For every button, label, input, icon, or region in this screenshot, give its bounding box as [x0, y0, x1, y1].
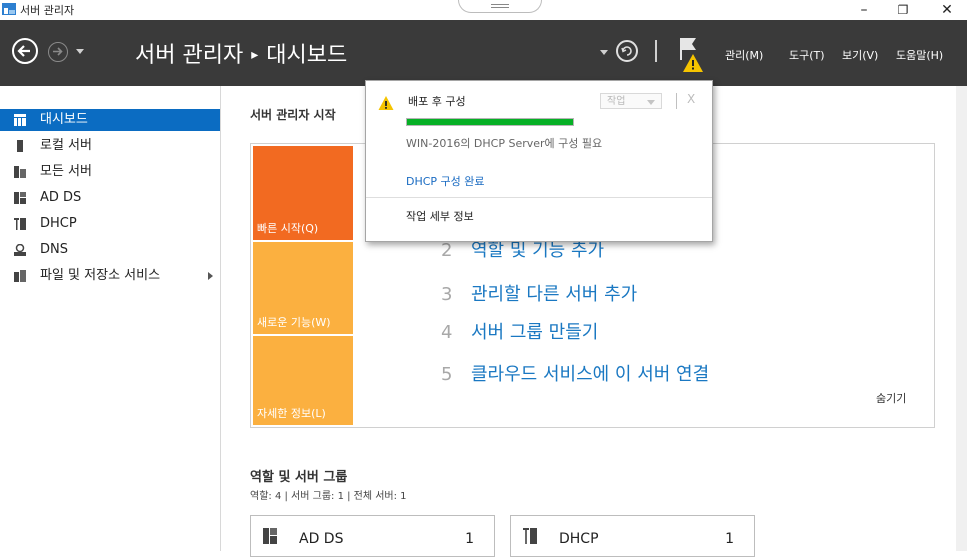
server-icon [17, 140, 23, 152]
history-dropdown-icon[interactable] [76, 49, 84, 54]
sidebar-item-dashboard[interactable]: 대시보드 [0, 109, 220, 131]
sidebar-item-dns[interactable]: DNS [0, 239, 220, 261]
ribbon-toggle[interactable] [458, 0, 542, 13]
notification-close-button[interactable]: X [687, 92, 695, 106]
step-number: 2 [441, 240, 453, 261]
vertical-scrollbar[interactable] [956, 86, 967, 551]
step-link[interactable]: 서버 그룹 만들기 [471, 322, 598, 343]
dashboard-icon [14, 114, 26, 126]
header-bar: 서버 관리자 ▸ 대시보드 관리(M) 도구(T) 보기(V) 도움말(H) [0, 20, 967, 86]
step-connect-cloud[interactable]: 5 클라우드 서비스에 이 서버 연결 [441, 360, 709, 386]
sidebar-item-label: 파일 및 저장소 서비스 [40, 268, 161, 283]
refresh-icon[interactable] [616, 40, 638, 62]
sidebar-item-dhcp[interactable]: DHCP [0, 213, 220, 235]
forward-arrow-icon[interactable] [48, 42, 68, 62]
breadcrumb-root[interactable]: 서버 관리자 [135, 43, 243, 68]
task-dropdown-label: 작업 [607, 96, 626, 107]
roles-section-title: 역할 및 서버 그룹 [250, 470, 348, 485]
sidebar-item-ad-ds[interactable]: AD DS [0, 187, 220, 209]
menu-view[interactable]: 보기(V) [842, 47, 878, 63]
step-number: 5 [441, 364, 453, 385]
notification-flag-icon[interactable] [676, 34, 708, 74]
learn-more-tile[interactable]: 자세한 정보(L) [253, 336, 353, 425]
role-name: DHCP [559, 531, 599, 547]
file-storage-icon [14, 270, 26, 282]
role-name: AD DS [299, 531, 344, 547]
sidebar-item-label: DHCP [40, 216, 77, 231]
whats-new-tile[interactable]: 새로운 기능(W) [253, 242, 353, 334]
roles-summary: 역할: 4 | 서버 그룹: 1 | 전체 서버: 1 [250, 491, 407, 502]
header-divider [655, 40, 657, 62]
ad-ds-icon [14, 192, 26, 204]
step-number: 3 [441, 284, 453, 305]
step-number: 4 [441, 322, 453, 343]
hide-link[interactable]: 숨기기 [876, 390, 906, 406]
role-count: 1 [465, 531, 474, 547]
dhcp-icon [14, 218, 26, 230]
breadcrumb-current: 대시보드 [266, 43, 348, 68]
title-bar: 서버 관리자 – ❐ ✕ [0, 0, 967, 20]
sidebar-item-label: 대시보드 [40, 112, 88, 127]
sidebar-item-label: DNS [40, 242, 68, 257]
minimize-button[interactable]: – [849, 0, 879, 20]
step-link[interactable]: 역할 및 기능 추가 [471, 240, 604, 261]
ad-ds-icon [263, 528, 277, 544]
progress-fill [407, 119, 573, 125]
task-details-link[interactable]: 작업 세부 정보 [406, 208, 474, 224]
popup-separator [366, 197, 712, 198]
notification-description: WIN-2016의 DHCP Server에 구성 필요 [406, 137, 603, 150]
breadcrumb: 서버 관리자 ▸ 대시보드 [135, 37, 347, 69]
page-title: 서버 관리자 시작 [250, 108, 336, 122]
chevron-down-icon [647, 100, 655, 105]
sidebar-item-label: AD DS [40, 190, 82, 205]
dns-icon [14, 244, 26, 256]
sidebar-item-file-storage[interactable]: 파일 및 저장소 서비스 [0, 265, 220, 287]
notification-title: 배포 후 구성 [408, 95, 466, 108]
step-link[interactable]: 관리할 다른 서버 추가 [471, 284, 637, 305]
step-create-group[interactable]: 4 서버 그룹 만들기 [441, 318, 598, 344]
tile-label: 새로운 기능(W) [257, 316, 331, 329]
servers-icon [14, 166, 26, 178]
expand-arrow-icon[interactable] [208, 272, 213, 280]
tile-label: 빠른 시작(Q) [257, 222, 319, 235]
quick-start-tile[interactable]: 빠른 시작(Q) [253, 146, 353, 240]
close-button[interactable]: ✕ [932, 0, 962, 20]
popup-divider [676, 93, 677, 109]
sidebar-item-all-servers[interactable]: 모든 서버 [0, 161, 220, 183]
step-add-servers[interactable]: 3 관리할 다른 서버 추가 [441, 280, 637, 306]
dhcp-icon [523, 528, 537, 544]
step-link[interactable]: 클라우드 서비스에 이 서버 연결 [471, 364, 709, 385]
role-count: 1 [725, 531, 734, 547]
menu-help[interactable]: 도움말(H) [896, 47, 943, 63]
sidebar-item-local-server[interactable]: 로컬 서버 [0, 135, 220, 157]
menu-tools[interactable]: 도구(T) [789, 47, 825, 63]
window-title: 서버 관리자 [20, 4, 75, 17]
progress-bar [406, 118, 574, 126]
back-arrow-icon[interactable] [12, 38, 38, 64]
tile-label: 자세한 정보(L) [257, 407, 326, 420]
restore-button[interactable]: ❐ [888, 0, 918, 20]
sidebar: 대시보드 로컬 서버 모든 서버 AD DS DHCP DNS 파일 및 저장소… [0, 86, 221, 551]
sidebar-item-label: 모든 서버 [40, 164, 92, 179]
menu-manage[interactable]: 관리(M) [725, 47, 763, 63]
sidebar-item-label: 로컬 서버 [40, 138, 92, 153]
breadcrumb-separator: ▸ [251, 47, 259, 63]
task-dropdown[interactable]: 작업 [600, 93, 662, 109]
notification-popup: 배포 후 구성 작업 X WIN-2016의 DHCP Server에 구성 필… [365, 80, 713, 242]
warning-icon [378, 96, 394, 110]
breadcrumb-dropdown-icon[interactable] [600, 50, 608, 55]
complete-dhcp-config-link[interactable]: DHCP 구성 완료 [406, 173, 485, 189]
server-manager-icon [2, 3, 16, 15]
